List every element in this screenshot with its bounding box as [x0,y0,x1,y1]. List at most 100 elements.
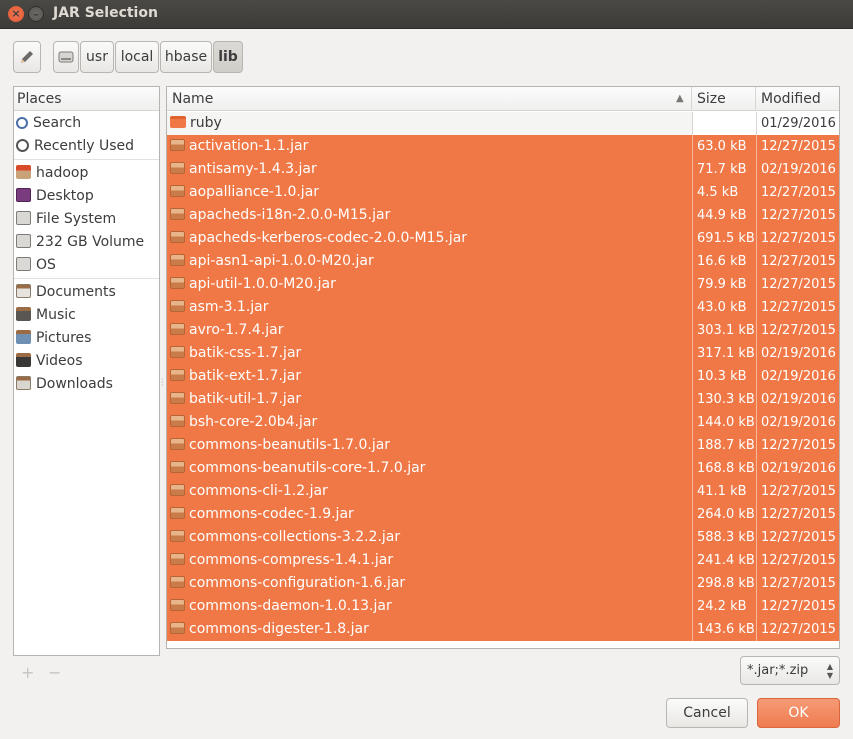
file-size-cell: 691.5 kB [692,227,756,250]
file-row[interactable]: apacheds-i18n-2.0.0-M15.jar 44.9 kB 12/27/… [167,204,839,227]
place-recently-used[interactable]: Recently Used [16,135,134,157]
place-232gb-volume[interactable]: 232 GB Volume [16,231,144,253]
file-name-cell: commons-beanutils-1.7.0.jar [167,434,692,457]
file-size-cell: 43.0 kB [692,296,756,319]
add-bookmark-button[interactable]: + [21,663,34,682]
column-size[interactable]: Size [692,87,756,111]
file-row[interactable]: activation-1.1.jar 63.0 kB 12/27/2015 [167,135,839,158]
file-name-cell: apacheds-i18n-2.0.0-M15.jar [167,204,692,227]
file-row[interactable]: commons-beanutils-1.7.0.jar 188.7 kB 12/27… [167,434,839,457]
file-modified-cell: 02/19/2016 [756,388,839,411]
file-row[interactable]: antisamy-1.4.3.jar 71.7 kB 02/19/2016 [167,158,839,181]
place-videos[interactable]: Videos [16,350,83,372]
place-desktop[interactable]: Desktop [16,185,94,207]
cancel-button[interactable]: Cancel [666,698,748,728]
minimize-icon: – [33,8,39,21]
places-header: Places [14,87,159,111]
file-size-cell: 10.3 kB [692,365,756,388]
jar-file-icon [170,576,185,588]
file-modified-cell: 12/27/2015 [756,572,839,595]
file-row[interactable]: avro-1.7.4.jar 303.1 kB 12/27/2015 [167,319,839,342]
place-os[interactable]: OS [16,254,56,276]
file-name: avro-1.7.4.jar [189,322,284,338]
file-row[interactable]: commons-compress-1.4.1.jar 241.4 kB 12/27/… [167,549,839,572]
title-bar: × – JAR Selection [0,0,853,29]
file-modified-cell: 12/27/2015 [756,135,839,158]
file-row[interactable]: apacheds-kerberos-codec-2.0.0-M15.jar 691… [167,227,839,250]
file-row[interactable]: api-asn1-api-1.0.0-M20.jar 16.6 kB 12/27/2… [167,250,839,273]
file-name-cell: batik-util-1.7.jar [167,388,692,411]
file-name-cell: commons-cli-1.2.jar [167,480,692,503]
file-type-filter-select[interactable]: *.jar;*.zip ▲ ▼ [740,656,840,685]
place-music[interactable]: Music [16,304,76,326]
file-name: commons-codec-1.9.jar [189,506,354,522]
pane-resize-grip[interactable]: · · · [161,376,164,390]
file-name-cell: commons-configuration-1.6.jar [167,572,692,595]
file-list: Name ▲ Size Modified ruby 01/29/2016 activ… [166,86,840,649]
edit-location-button[interactable] [13,41,41,73]
file-modified-cell: 12/27/2015 [756,273,839,296]
path-segment-usr[interactable]: usr [80,41,114,73]
file-row[interactable]: batik-ext-1.7.jar 10.3 kB 02/19/2016 [167,365,839,388]
file-row[interactable]: asm-3.1.jar 43.0 kB 12/27/2015 [167,296,839,319]
file-name-cell: bsh-core-2.0b4.jar [167,411,692,434]
file-name-cell: avro-1.7.4.jar [167,319,692,342]
file-row[interactable]: commons-configuration-1.6.jar 298.8 kB 12/… [167,572,839,595]
file-size-cell: 44.9 kB [692,204,756,227]
file-row[interactable]: commons-cli-1.2.jar 41.1 kB 12/27/2015 [167,480,839,503]
file-row[interactable]: commons-digester-1.8.jar 143.6 kB 12/27/20… [167,618,839,641]
file-name-cell: commons-compress-1.4.1.jar [167,549,692,572]
ok-button[interactable]: OK [757,698,840,728]
file-size-cell: 303.1 kB [692,319,756,342]
file-name: batik-ext-1.7.jar [189,368,302,384]
jar-file-icon [170,346,185,358]
place-documents[interactable]: Documents [16,281,116,303]
file-row[interactable]: aopalliance-1.0.jar 4.5 kB 12/27/2015 [167,181,839,204]
drive-icon [58,51,74,63]
places-separator [14,159,159,160]
place-downloads[interactable]: Downloads [16,373,113,395]
file-row[interactable]: commons-collections-3.2.2.jar 588.3 kB 12/… [167,526,839,549]
place-hadoop[interactable]: hadoop [16,162,88,184]
file-name: asm-3.1.jar [189,299,269,315]
file-name: commons-compress-1.4.1.jar [189,552,394,568]
folder-row[interactable]: ruby 01/29/2016 [167,112,839,135]
place-search[interactable]: Search [16,112,81,134]
path-segment-lib[interactable]: lib [213,41,243,73]
jar-file-icon [170,300,185,312]
column-modified[interactable]: Modified [756,87,839,111]
file-size-cell: 24.2 kB [692,595,756,618]
file-modified-cell: 12/27/2015 [756,434,839,457]
file-row[interactable]: commons-beanutils-core-1.7.0.jar 168.8 kB… [167,457,839,480]
path-segment-local[interactable]: local [115,41,159,73]
minimize-window-button[interactable]: – [28,6,44,22]
column-name[interactable]: Name [167,87,692,111]
pictures-icon [16,330,31,344]
path-root-drive-button[interactable] [53,41,79,73]
file-size-cell: 188.7 kB [692,434,756,457]
file-modified-cell: 12/27/2015 [756,595,839,618]
file-row[interactable]: api-util-1.0.0-M20.jar 79.9 kB 12/27/2015 [167,273,839,296]
jar-file-icon [170,622,185,634]
file-row[interactable]: batik-util-1.7.jar 130.3 kB 02/19/2016 [167,388,839,411]
file-size-cell: 264.0 kB [692,503,756,526]
file-row[interactable]: commons-codec-1.9.jar 264.0 kB 12/27/2015 [167,503,839,526]
file-modified-cell: 12/27/2015 [756,549,839,572]
file-size-cell: 130.3 kB [692,388,756,411]
file-modified-cell: 12/27/2015 [756,618,839,641]
place-file-system[interactable]: File System [16,208,116,230]
file-modified-cell: 02/19/2016 [756,342,839,365]
place-pictures[interactable]: Pictures [16,327,91,349]
file-row[interactable]: bsh-core-2.0b4.jar 144.0 kB 02/19/2016 [167,411,839,434]
file-row[interactable]: commons-daemon-1.0.13.jar 24.2 kB 12/27/20… [167,595,839,618]
remove-bookmark-button[interactable]: − [48,663,61,682]
path-segment-hbase[interactable]: hbase [160,41,212,73]
file-name-cell: commons-daemon-1.0.13.jar [167,595,692,618]
file-name-cell: asm-3.1.jar [167,296,692,319]
close-window-button[interactable]: × [8,6,24,22]
file-name: bsh-core-2.0b4.jar [189,414,318,430]
file-row[interactable]: batik-css-1.7.jar 317.1 kB 02/19/2016 [167,342,839,365]
file-modified-cell: 12/27/2015 [756,296,839,319]
file-modified-cell: 12/27/2015 [756,503,839,526]
file-modified-cell: 01/29/2016 [756,112,839,135]
